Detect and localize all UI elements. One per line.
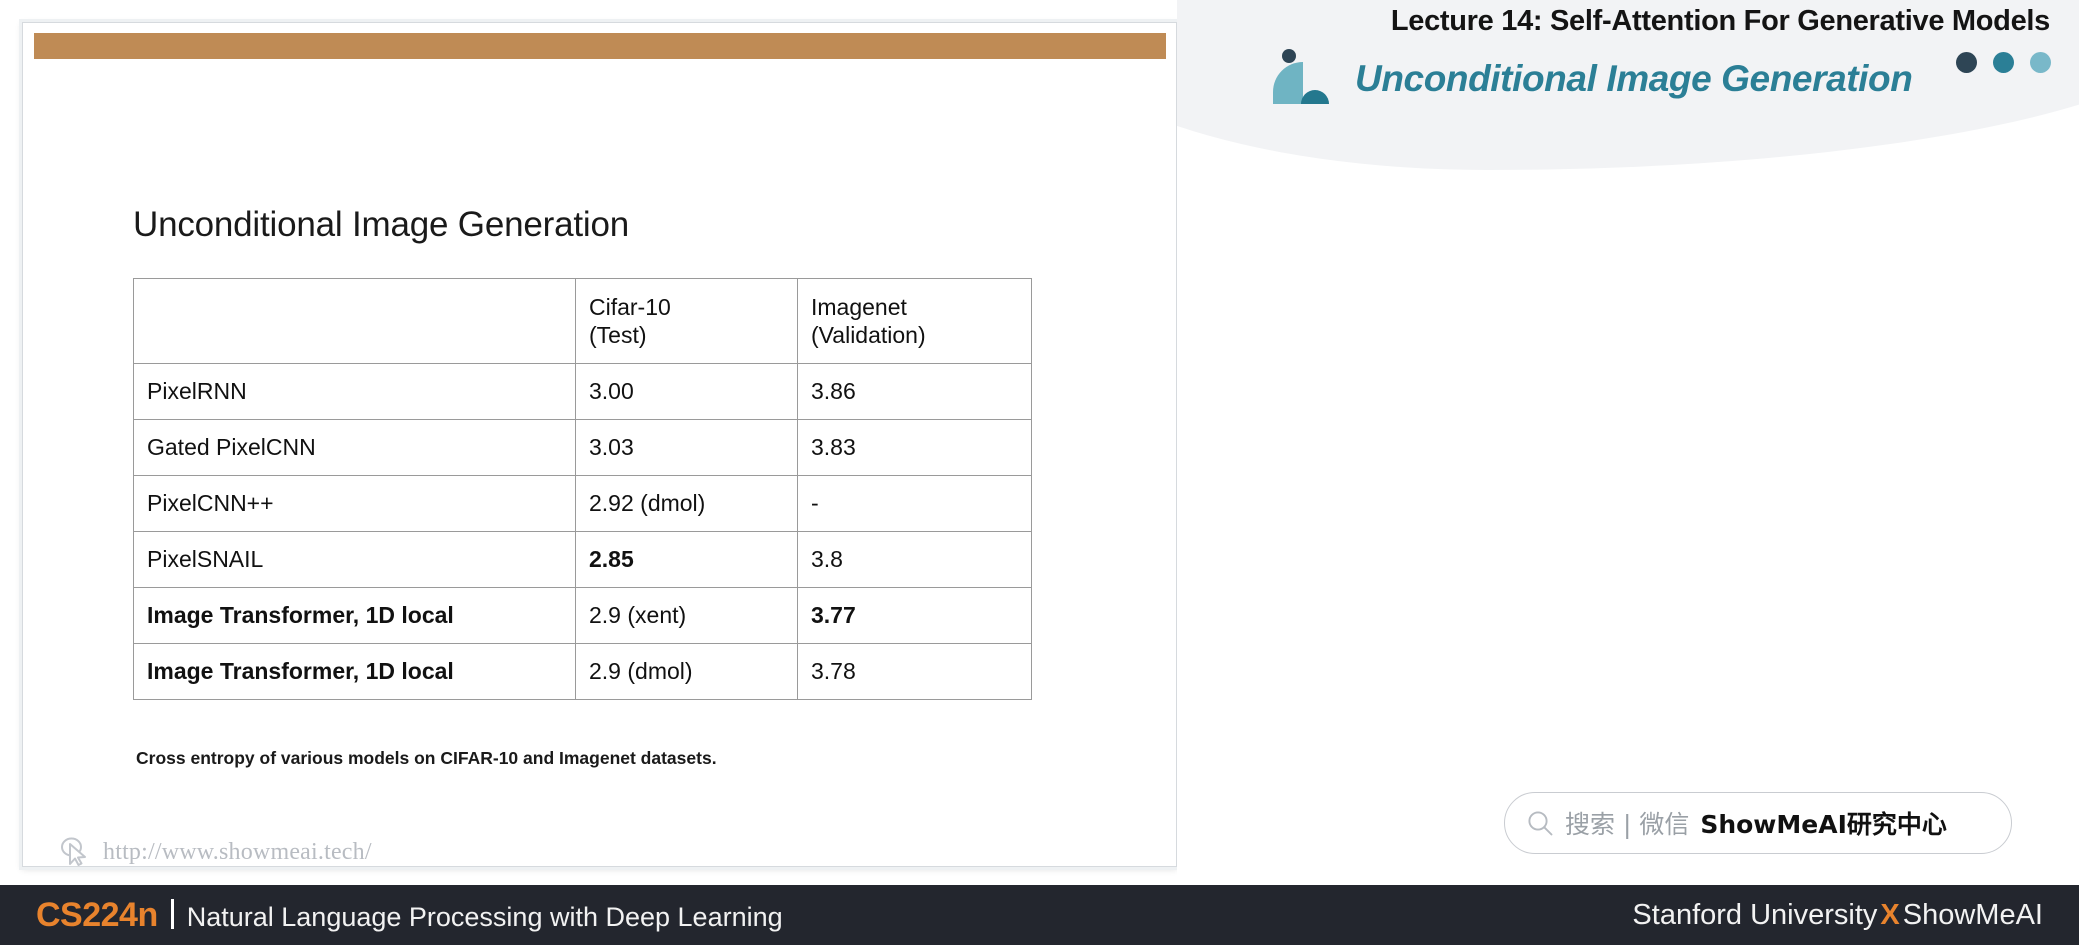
results-table: Cifar-10 (Test) Imagenet (Validation) PixelR… [133, 278, 1032, 700]
wechat-search-bar[interactable]: 搜索 | 微信 ShowMeAI研究中心 [1504, 792, 2012, 854]
footer-course-name: Natural Language Processing with Deep Le… [186, 901, 783, 932]
footer-course-code: CS224n [36, 895, 158, 934]
cifar-score-cell: 3.00 [575, 363, 798, 420]
table-header-cell-0 [133, 278, 576, 364]
footer-attribution-suffix: ShowMeAI [1902, 898, 2043, 931]
dot-light-icon [2030, 52, 2051, 73]
header-dots-decoration [1956, 52, 2051, 73]
slide-title: Unconditional Image Generation [133, 205, 629, 244]
model-name-cell: PixelCNN++ [133, 475, 576, 532]
table-header-line2: (Test) [589, 322, 647, 349]
imagenet-score-cell: 3.77 [797, 587, 1032, 644]
footer-divider [170, 898, 174, 929]
slide-page: Unconditional Image Generation Cifar-10(… [0, 0, 2079, 945]
slide-frame: Unconditional Image Generation Cifar-10(… [22, 22, 1177, 867]
model-name-cell: PixelSNAIL [133, 531, 576, 588]
cifar-score-cell: 2.92 (dmol) [575, 475, 798, 532]
table-row: PixelSNAIL 2.85 3.8 [133, 531, 1032, 588]
cifar-score-cell: 3.03 [575, 419, 798, 476]
right-header-pane: Lecture 14: Self-Attention For Generativ… [1177, 0, 2079, 885]
cursor-pointer-icon [61, 837, 86, 866]
table-header-line2: (Validation) [811, 322, 926, 349]
cifar-score-cell: 2.85 [575, 531, 798, 588]
table-header-line1: Imagenet [811, 294, 907, 320]
table-row: PixelCNN++ 2.92 (dmol) - [133, 475, 1032, 532]
dot-teal-icon [1993, 52, 2014, 73]
imagenet-score-cell: 3.8 [797, 531, 1032, 588]
table-row: Gated PixelCNN 3.03 3.83 [133, 419, 1032, 476]
lecture-title: Lecture 14: Self-Attention For Generativ… [1390, 5, 2050, 37]
results-table-wrapper: Cifar-10 (Test) Imagenet (Validation) PixelR… [133, 278, 1032, 700]
imagenet-score-cell: 3.86 [797, 363, 1032, 420]
dot-dark-icon [1956, 52, 1977, 73]
cifar-score-cell: 2.9 (dmol) [575, 643, 798, 700]
search-account-name: ShowMeAI研究中心 [1700, 810, 1947, 839]
model-name-cell: Image Transformer, 1D local [133, 643, 576, 700]
search-icon [1528, 810, 1553, 835]
table-header-cell-1: Cifar-10 (Test) [575, 278, 798, 364]
header-logo-text: Unconditional Image Generation [1355, 58, 1913, 99]
table-header-cell-2: Imagenet (Validation) [797, 278, 1032, 364]
source-url-row[interactable]: http://www.showmeai.tech/ [59, 835, 372, 869]
imagenet-score-cell: - [797, 475, 1032, 532]
footer-attribution: Stanford University X ShowMeAI [1632, 899, 2043, 932]
footer-attribution-prefix: Stanford University [1632, 898, 1878, 931]
source-url-text: http://www.showmeai.tech/ [103, 838, 372, 865]
table-row: PixelRNN 3.00 3.86 [133, 363, 1032, 420]
footer-attribution-x: X [1880, 898, 1900, 931]
search-placeholder-text: 搜索 | 微信 [1565, 810, 1690, 839]
showmeai-logo-icon [1273, 49, 1329, 104]
slide-accent-bar [34, 33, 1166, 59]
model-name-cell: PixelRNN [133, 363, 576, 420]
model-name-cell: Image Transformer, 1D local [133, 587, 576, 644]
table-row: Image Transformer, 1D local 2.9 (xent) 3.7… [133, 587, 1032, 644]
cifar-score-cell: 2.9 (xent) [575, 587, 798, 644]
imagenet-score-cell: 3.78 [797, 643, 1032, 700]
table-header-line1: Cifar-10 [589, 294, 671, 320]
table-caption: Cross entropy of various models on CIFAR… [136, 748, 717, 768]
model-name-cell: Gated PixelCNN [133, 419, 576, 476]
footer-bar: CS224n Natural Language Processing with … [0, 885, 2079, 945]
footer-course-block: CS224n Natural Language Processing with … [36, 896, 783, 935]
imagenet-score-cell: 3.83 [797, 419, 1032, 476]
table-header-row: Cifar-10 (Test) Imagenet (Validation) [133, 278, 1032, 364]
table-row: Image Transformer, 1D local 2.9 (dmol) 3.7… [133, 643, 1032, 700]
